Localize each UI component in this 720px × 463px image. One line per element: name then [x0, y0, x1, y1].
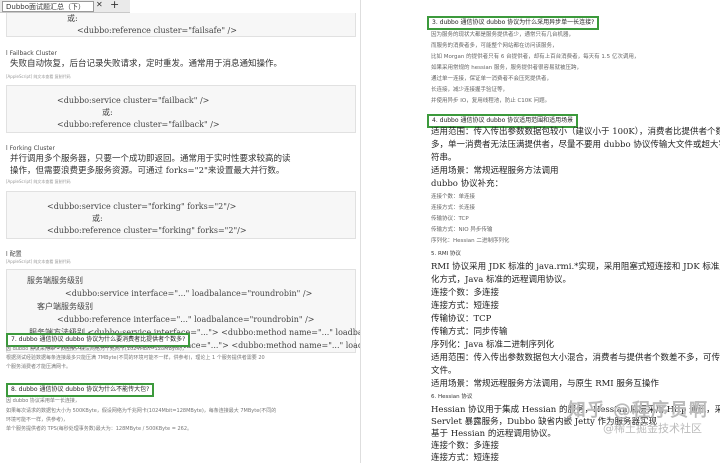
tab-bar: Dubbo面试题汇总（下） ✕ +: [0, 0, 130, 13]
text-line: 传输协议：TCP: [431, 314, 492, 324]
code-line: <dubbo:service cluster="forking" forks="…: [47, 202, 237, 211]
code-line: <dubbo:service cluster="failback" />: [57, 96, 210, 105]
close-icon[interactable]: ✕: [96, 0, 103, 9]
text-line: 文件。: [431, 366, 457, 376]
section-heading: 5. RMI 协议: [431, 251, 461, 257]
text-line: 如果采用常规的 hessian 服务，服务提供者很容易就被压跨，: [431, 65, 582, 71]
code-line: <dubbo:reference cluster="failsafe" />: [77, 26, 237, 35]
text-line: RMI 协议采用 JDK 标准的 java.rmi.*实现，采用阻塞式短连接和 …: [431, 262, 720, 272]
text-line: 传输协议：TCP: [431, 216, 469, 222]
paragraph: 操作，但需要浪费更多服务资源。可通过 forks="2"来设置最大并行数。: [10, 166, 285, 176]
text-line: 适用场景：常规远程服务方法调用，与原生 RMI 服务互操作: [431, 379, 659, 389]
text-line: 多，单一消费者无法压满提供者，尽量不要用 dubbo 协议传输大文件或超大字: [431, 140, 720, 150]
text-line: 根据测试经验数据每条连接最多只能压满 7MByte(不同的环境可能不一样，供参考…: [6, 355, 265, 361]
text-line: 连接方式：短连接: [431, 301, 500, 311]
text-line: 适用范围：传入传出参数数据包大小混合，消费者与提供者个数差不多，可传: [431, 353, 720, 363]
text-line: 连接方式：短连接: [431, 453, 500, 463]
code-line: <dubbo:reference cluster="forking" forks…: [47, 226, 247, 235]
document-tab[interactable]: Dubbo面试题汇总（下）: [2, 1, 94, 12]
text-line: 传输方式：同步传输: [431, 327, 508, 337]
code-line: <dubbo:reference cluster="failback" />: [57, 120, 220, 129]
text-line: 长连接，减少连接握手验证等，: [431, 87, 509, 93]
text-line: 基于 Hessian 的远程调用协议。: [431, 429, 556, 439]
code-block-forking: <dubbo:service cluster="forking" forks="…: [6, 191, 356, 239]
text-line: 并使用异步 IO，复用线程池，防止 C10K 问题。: [431, 98, 551, 104]
paragraph: 并行调用多个服务器，只要一个成功即返回。通常用于实时性要求较高的读: [10, 154, 291, 164]
paragraph: 失败自动恢复，后台记录失败请求，定时重发。通常用于消息通知操作。: [10, 59, 283, 69]
code-block-failsafe: 或: <dubbo:reference cluster="failsafe" /…: [6, 13, 356, 37]
section-heading: l Failback Cluster: [6, 50, 57, 57]
code-line: 服务端服务级别: [27, 276, 83, 285]
text-line: 化方式，Java 标准的远程调用协议。: [431, 275, 572, 285]
text-line: 适用范围：传入传出参数数据包较小（建议小于 100K），消费者比提供者个数: [431, 127, 720, 137]
text-line: 传输方式：NIO 异步传输: [431, 227, 493, 233]
text-line: 连接个数：多连接: [431, 441, 500, 451]
left-page: 或: <dubbo:reference cluster="failsafe" /…: [0, 13, 360, 463]
text-line: 连接个数：单连接: [431, 194, 476, 200]
watermark-sub: @稀土掘金技术社区: [603, 422, 702, 435]
text-line: 连接个数：多连接: [431, 288, 500, 298]
text-line: 如果每次请求的数据包大小为 500KByte，假设网络为千兆网卡(1024Mbi…: [6, 408, 277, 414]
question-heading-8: 8. dubbo 通信协议 dubbo 协议为什么不能传大包?: [6, 383, 155, 397]
code-line: 客户端服务级别: [37, 302, 93, 311]
text-line: 连接方式：长连接: [431, 205, 476, 211]
text-line: 符串。: [431, 153, 457, 163]
text-line: 序列化：Java 标准二进制序列化: [431, 340, 555, 350]
question-heading-3: 3. dubbo 通信协议 dubbo 协议为什么采用异步单一长连接?: [427, 16, 600, 30]
text-line: 因 dubbo 协议采用单一长连接，假设网络为千兆网卡(1024Mbit=128…: [6, 346, 187, 352]
code-meta[interactable]: [AppleScript] 纯文本查看 复制代码: [6, 179, 71, 185]
text-line: 序列化：Hessian 二进制序列化: [431, 238, 510, 244]
code-line: <dubbo:reference interface="..." loadbal…: [57, 315, 315, 324]
text-line: 因为服务的现状大都是服务提供者少，通常只有几台机器，: [431, 32, 575, 38]
text-line: 而服务的消费者多，可能整个网站都在访问该服务，: [431, 43, 558, 49]
code-meta[interactable]: [AppleScript] 纯文本查看 复制代码: [6, 259, 71, 265]
section-heading: 6. Hessian 协议: [431, 394, 473, 400]
section-heading: l Forking Cluster: [6, 145, 55, 152]
section-heading: l 配置: [6, 251, 22, 258]
right-page: 3. dubbo 通信协议 dubbo 协议为什么采用异步单一长连接? 因为服务…: [361, 0, 720, 463]
watermark: 知乎 @程序员啊: [567, 400, 708, 421]
text-line: 通过单一连接，保证单一消费者不会压死提供者，: [431, 76, 553, 82]
add-tab-icon[interactable]: +: [110, 0, 119, 11]
code-meta[interactable]: [AppleScript] 纯文本查看 复制代码: [6, 74, 71, 80]
text-line: 因 dubbo 协议采用单一长连接，: [6, 398, 80, 404]
text-line: 比如 Morgan 的提供者只有 6 台提供者，却有上百台消费者，每天有 1.5…: [431, 54, 640, 60]
text-line: dubbo 协议补充：: [431, 179, 504, 189]
text-line: 个服务消费者才能压满网卡。: [6, 364, 72, 370]
text-line: 单个服务提供者的 TPS(每秒处理事务数)最大为：128MByte / 500K…: [6, 426, 193, 432]
code-block-failback: <dubbo:service cluster="failback" /> 或: …: [6, 85, 356, 133]
code-line: <dubbo:service interface="..." loadbalan…: [65, 289, 313, 298]
text-line: 环境可能不一样，供参考)，: [6, 417, 68, 423]
text-line: 适用场景：常规远程服务方法调用: [431, 166, 559, 176]
